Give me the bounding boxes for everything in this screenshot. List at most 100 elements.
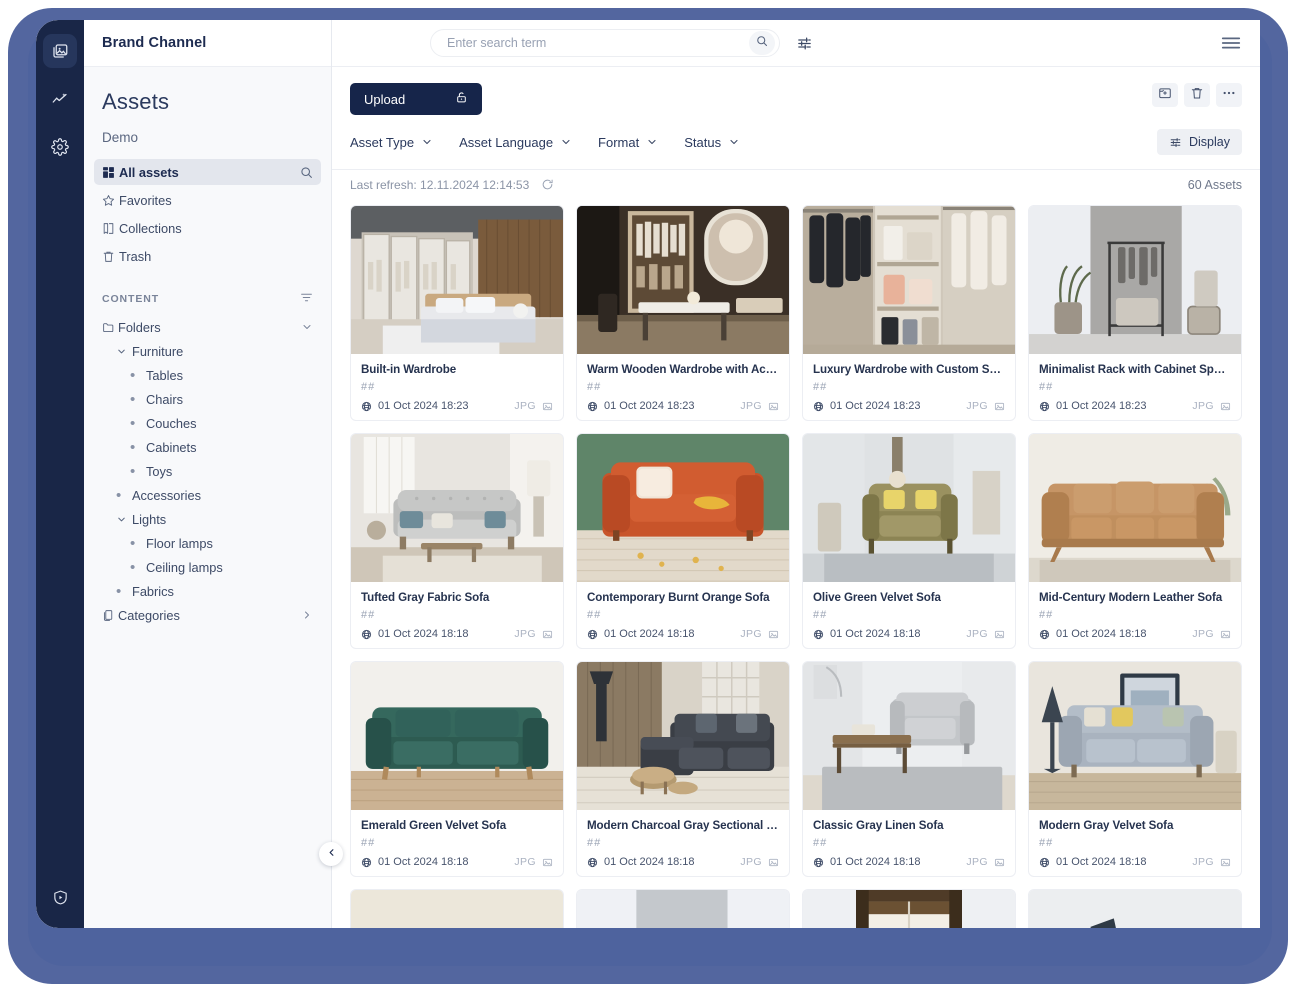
display-button[interactable]: Display bbox=[1157, 129, 1242, 155]
asset-card[interactable]: Olive Green Velvet Sofa ## 01 Oct 2024 1… bbox=[802, 433, 1016, 649]
filter-asset-language[interactable]: Asset Language bbox=[459, 135, 572, 150]
asset-thumbnail[interactable] bbox=[803, 662, 1015, 810]
asset-card[interactable]: Mid-Century Modern Leather Sofa ## 01 Oc… bbox=[1028, 433, 1242, 649]
sidebar-item-collections[interactable]: Collections bbox=[94, 215, 321, 241]
tree-item-fabrics[interactable]: • Fabrics bbox=[94, 579, 321, 603]
tree-item-ceiling-lamps[interactable]: • Ceiling lamps bbox=[94, 555, 321, 579]
asset-thumbnail[interactable] bbox=[351, 890, 563, 928]
delete-button[interactable] bbox=[1184, 83, 1210, 107]
asset-card[interactable]: Modern Charcoal Gray Sectional Sofa ## 0… bbox=[576, 661, 790, 877]
tree-item-categories[interactable]: Categories bbox=[94, 603, 321, 627]
tree-item-tables[interactable]: • Tables bbox=[94, 363, 321, 387]
asset-thumbnail[interactable] bbox=[351, 662, 563, 810]
asset-thumbnail[interactable] bbox=[577, 662, 789, 810]
more-options-icon bbox=[1221, 85, 1237, 106]
asset-card-body: Warm Wooden Wardrobe with Accesso… ## 01… bbox=[577, 354, 789, 420]
filter-row: Asset Type Asset Language Format bbox=[350, 129, 1242, 155]
tree-item-folders[interactable]: Folders bbox=[94, 315, 321, 339]
sidebar-item-all-assets[interactable]: All assets bbox=[94, 159, 321, 185]
asset-thumbnail[interactable] bbox=[577, 206, 789, 354]
rail-item-settings[interactable] bbox=[43, 130, 77, 164]
asset-card-body: Luxury Wardrobe with Custom Shelving ## … bbox=[803, 354, 1015, 420]
star-icon bbox=[102, 194, 119, 207]
asset-date: 01 Oct 2024 18:18 bbox=[604, 628, 695, 640]
asset-format: JPG bbox=[514, 400, 536, 412]
globe-icon bbox=[587, 629, 598, 640]
globe-icon bbox=[1039, 629, 1050, 640]
asset-title: Tufted Gray Fabric Sofa bbox=[361, 591, 553, 604]
asset-thumbnail[interactable] bbox=[803, 434, 1015, 582]
chevron-down-icon[interactable] bbox=[116, 514, 132, 525]
asset-card[interactable]: Warm Wooden Wardrobe with Accesso… ## 01… bbox=[576, 205, 790, 421]
upload-button[interactable]: Upload bbox=[350, 83, 482, 115]
asset-thumbnail[interactable] bbox=[1029, 206, 1241, 354]
asset-card-body: Mid-Century Modern Leather Sofa ## 01 Oc… bbox=[1029, 582, 1241, 648]
tree-item-toys[interactable]: • Toys bbox=[94, 459, 321, 483]
sidebar-collapse-button[interactable] bbox=[319, 842, 343, 866]
globe-icon bbox=[587, 401, 598, 412]
rail-item-analytics[interactable] bbox=[43, 82, 77, 116]
tree-item-furniture[interactable]: Furniture bbox=[94, 339, 321, 363]
sidebar-item-label: All assets bbox=[119, 165, 300, 180]
asset-card[interactable] bbox=[576, 889, 790, 928]
rail-item-security[interactable] bbox=[43, 880, 77, 914]
asset-thumbnail[interactable] bbox=[803, 206, 1015, 354]
asset-thumbnail[interactable] bbox=[577, 890, 789, 928]
sidebar-item-favorites[interactable]: Favorites bbox=[94, 187, 321, 213]
asset-card[interactable] bbox=[350, 889, 564, 928]
asset-thumbnail[interactable] bbox=[1029, 662, 1241, 810]
tree-item-floor-lamps[interactable]: • Floor lamps bbox=[94, 531, 321, 555]
asset-meta: 01 Oct 2024 18:18 JPG bbox=[587, 628, 779, 640]
tree-item-cabinets[interactable]: • Cabinets bbox=[94, 435, 321, 459]
asset-card[interactable]: Classic Gray Linen Sofa ## 01 Oct 2024 1… bbox=[802, 661, 1016, 877]
asset-thumbnail[interactable] bbox=[351, 206, 563, 354]
asset-card[interactable] bbox=[802, 889, 1016, 928]
brand-header: Brand Channel bbox=[84, 20, 331, 67]
filter-sliders-icon[interactable] bbox=[796, 35, 813, 52]
filter-status[interactable]: Status bbox=[684, 135, 740, 150]
globe-icon bbox=[361, 857, 372, 868]
image-file-icon bbox=[994, 401, 1005, 412]
asset-card[interactable]: Modern Gray Velvet Sofa ## 01 Oct 2024 1… bbox=[1028, 661, 1242, 877]
filter-format[interactable]: Format bbox=[598, 135, 658, 150]
chevron-down-icon bbox=[728, 136, 740, 148]
asset-card[interactable]: Emerald Green Velvet Sofa ## 01 Oct 2024… bbox=[350, 661, 564, 877]
asset-thumbnail[interactable] bbox=[1029, 890, 1241, 928]
asset-card[interactable]: Luxury Wardrobe with Custom Shelving ## … bbox=[802, 205, 1016, 421]
asset-thumbnail[interactable] bbox=[803, 890, 1015, 928]
asset-grid-scroll[interactable]: Built-in Wardrobe ## 01 Oct 2024 18:23 J… bbox=[332, 199, 1260, 928]
asset-title: Warm Wooden Wardrobe with Accesso… bbox=[587, 363, 779, 376]
refresh-icon[interactable] bbox=[541, 178, 554, 191]
asset-card[interactable]: Contemporary Burnt Orange Sofa ## 01 Oct… bbox=[576, 433, 790, 649]
tree-item-chairs[interactable]: • Chairs bbox=[94, 387, 321, 411]
asset-card[interactable]: Minimalist Rack with Cabinet Space ## 01… bbox=[1028, 205, 1242, 421]
search-input[interactable] bbox=[445, 35, 749, 51]
sidebar-item-trash[interactable]: Trash bbox=[94, 243, 321, 269]
asset-card[interactable]: Built-in Wardrobe ## 01 Oct 2024 18:23 J… bbox=[350, 205, 564, 421]
asset-card[interactable]: Tufted Gray Fabric Sofa ## 01 Oct 2024 1… bbox=[350, 433, 564, 649]
display-settings-icon bbox=[1169, 136, 1182, 149]
sidebar-item-label: Favorites bbox=[119, 193, 313, 208]
search-submit-button[interactable] bbox=[749, 31, 775, 55]
hamburger-menu-icon[interactable] bbox=[1220, 32, 1242, 54]
tree-item-lights[interactable]: Lights bbox=[94, 507, 321, 531]
asset-thumbnail[interactable] bbox=[577, 434, 789, 582]
asset-thumbnail[interactable] bbox=[351, 434, 563, 582]
move-to-folder-button[interactable] bbox=[1152, 83, 1178, 107]
more-options-button[interactable] bbox=[1216, 83, 1242, 107]
search-bar[interactable] bbox=[430, 29, 780, 57]
asset-meta: 01 Oct 2024 18:18 JPG bbox=[361, 856, 553, 868]
rail-item-assets[interactable] bbox=[43, 34, 77, 68]
tree-item-couches[interactable]: • Couches bbox=[94, 411, 321, 435]
asset-card[interactable] bbox=[1028, 889, 1242, 928]
filter-lines-icon[interactable] bbox=[300, 291, 313, 307]
tree-item-accessories[interactable]: • Accessories bbox=[94, 483, 321, 507]
asset-format: JPG bbox=[966, 628, 988, 640]
chevron-right-icon[interactable] bbox=[301, 609, 313, 621]
asset-thumbnail[interactable] bbox=[1029, 434, 1241, 582]
chevron-down-icon[interactable] bbox=[301, 321, 313, 333]
bullet-icon: • bbox=[130, 416, 146, 431]
filter-asset-type[interactable]: Asset Type bbox=[350, 135, 433, 150]
chevron-down-icon[interactable] bbox=[116, 346, 132, 357]
search-icon[interactable] bbox=[300, 166, 313, 179]
